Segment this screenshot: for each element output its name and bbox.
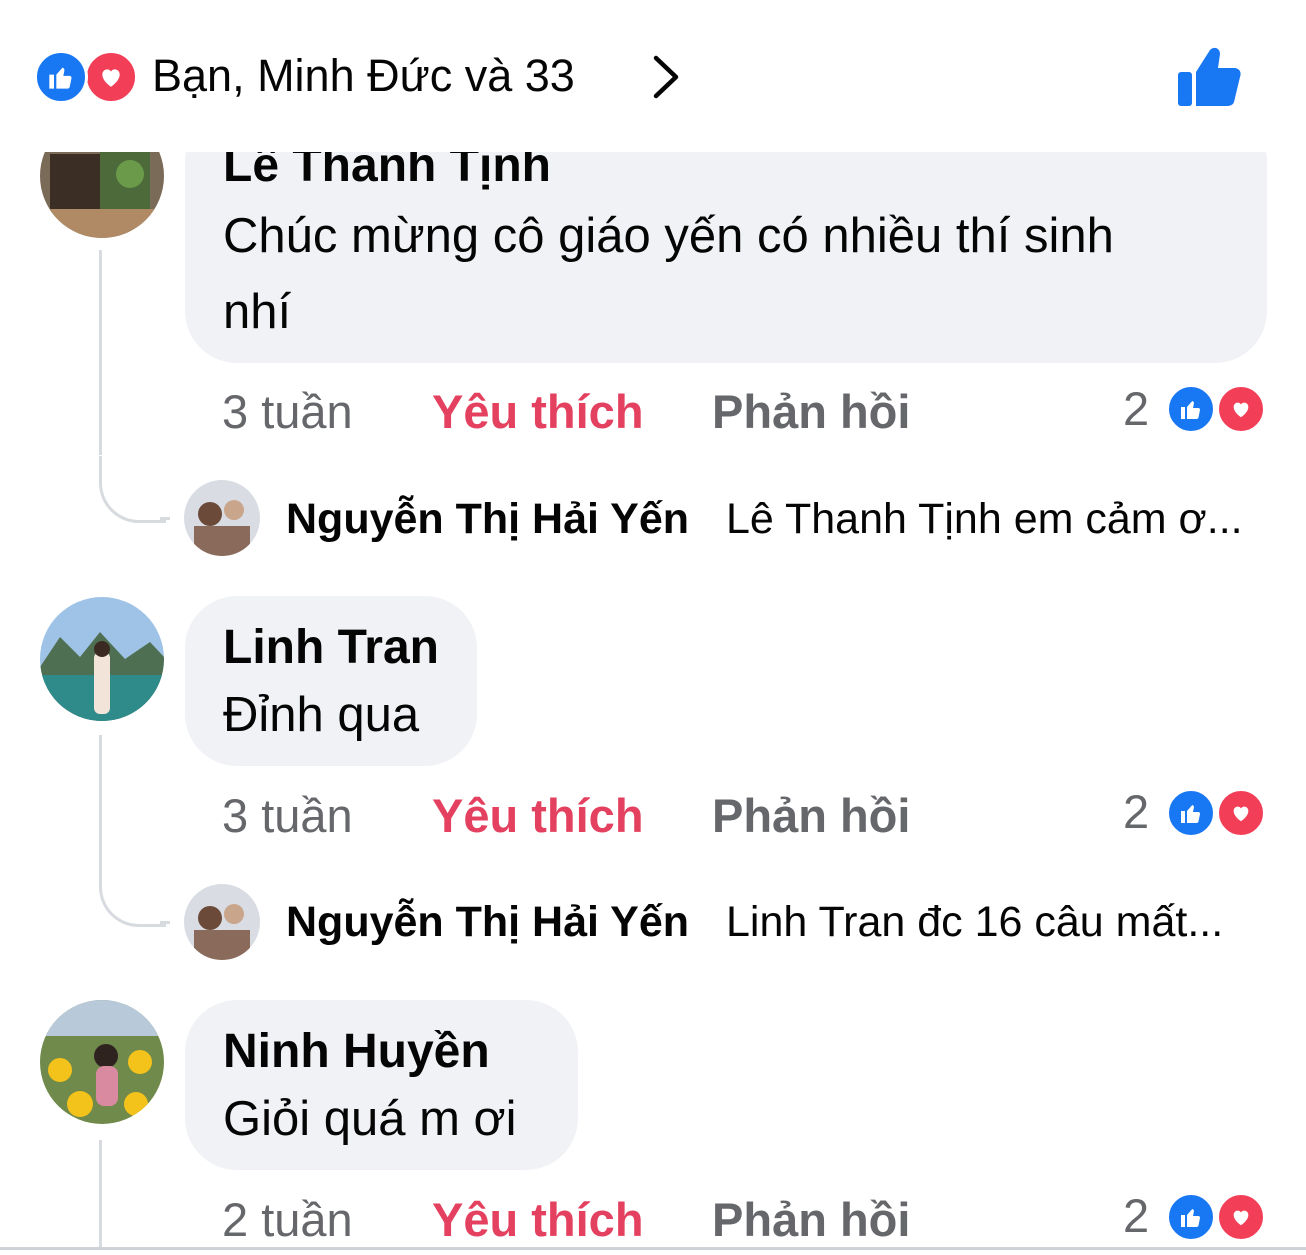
like-reaction-icon (1166, 384, 1216, 434)
love-reaction-icon (1216, 1192, 1266, 1242)
reactions-summary-text[interactable]: Bạn, Minh Đức và 33 (152, 48, 575, 104)
comment-text: nhí (223, 285, 292, 339)
avatar[interactable] (40, 597, 164, 721)
like-reaction-icon (1166, 1192, 1216, 1242)
comment-bubble[interactable]: Linh Tran Đỉnh qua (185, 596, 477, 766)
like-button[interactable]: Yêu thích (432, 384, 644, 440)
reaction-count[interactable]: 2 (1123, 381, 1149, 437)
thread-line (99, 1140, 102, 1250)
comment-time[interactable]: 3 tuần (222, 788, 353, 844)
reaction-count[interactable]: 2 (1123, 784, 1149, 840)
avatar[interactable] (40, 1000, 164, 1124)
reply-avatar[interactable] (184, 884, 260, 960)
comment-text: Đỉnh qua (223, 688, 420, 742)
chevron-right-icon[interactable] (650, 54, 680, 100)
reply-preview[interactable]: Linh Tran đc 16 câu mất... (726, 894, 1223, 950)
like-reaction-icon (1166, 788, 1216, 838)
like-button[interactable]: Yêu thích (432, 1192, 644, 1248)
reply-author[interactable]: Nguyễn Thị Hải Yến (286, 491, 689, 547)
comment-bubble[interactable]: Ninh Huyền Giỏi quá m ơi (185, 1000, 578, 1170)
bottom-divider (0, 1247, 1306, 1250)
thread-line (99, 250, 102, 455)
reply-avatar[interactable] (184, 480, 260, 556)
love-reaction-icon (1216, 384, 1266, 434)
reactions-summary[interactable] (34, 50, 138, 104)
comment-time[interactable]: 2 tuần (222, 1192, 353, 1248)
reaction-count[interactable]: 2 (1123, 1188, 1149, 1244)
comment-text: Giỏi quá m ơi (223, 1092, 517, 1146)
reply-button[interactable]: Phản hồi (712, 1192, 910, 1248)
thread-line (160, 921, 170, 924)
comment-author[interactable]: Ninh Huyền (223, 1022, 490, 1082)
thread-line (99, 735, 102, 860)
thumbs-up-icon[interactable] (1176, 44, 1242, 110)
reactions-header: Bạn, Minh Đức và 33 (0, 0, 1306, 150)
love-reaction-icon (84, 50, 138, 104)
like-button[interactable]: Yêu thích (432, 788, 644, 844)
reply-button[interactable]: Phản hồi (712, 788, 910, 844)
comment-author[interactable]: Linh Tran (223, 618, 439, 678)
thread-curve (99, 860, 166, 927)
comment-time[interactable]: 3 tuần (222, 384, 353, 440)
comment-text: Chúc mừng cô giáo yến có nhiều thí sinh (223, 209, 1114, 263)
love-reaction-icon (1216, 788, 1266, 838)
reply-author[interactable]: Nguyễn Thị Hải Yến (286, 894, 689, 950)
reply-preview[interactable]: Lê Thanh Tịnh em cảm ơ... (726, 491, 1243, 547)
thread-line (160, 517, 170, 520)
like-reaction-icon (34, 50, 88, 104)
thread-curve (99, 456, 166, 523)
reply-button[interactable]: Phản hồi (712, 384, 910, 440)
